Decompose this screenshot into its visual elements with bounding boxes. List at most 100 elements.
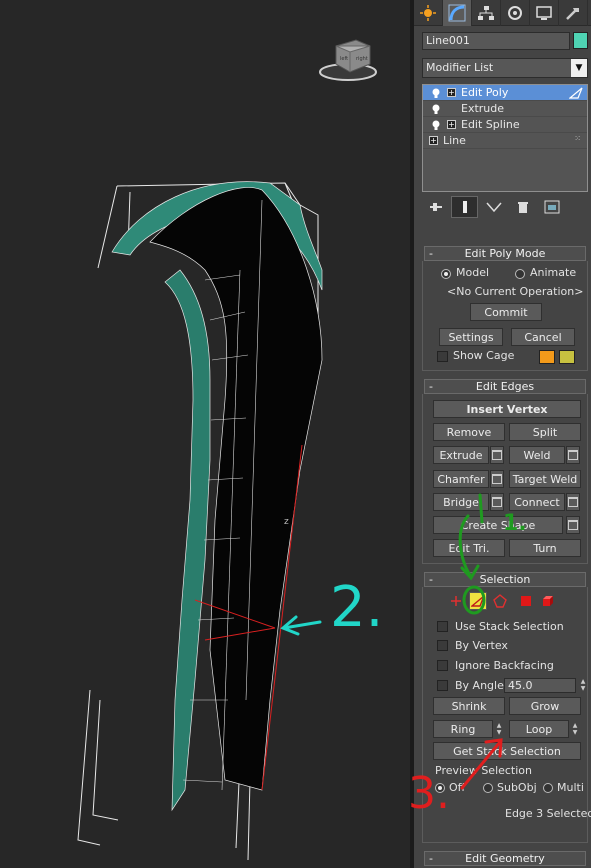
preview-multi-label: Multi (557, 781, 584, 794)
loop-spinner[interactable]: ▲ ▼ (570, 720, 580, 738)
stack-item-line[interactable]: + Line ⁙ (423, 133, 587, 149)
edit-poly-mode-rollout-header[interactable]: - Edit Poly Mode (424, 246, 586, 261)
utilities-icon[interactable] (559, 0, 588, 26)
configure-modifier-sets-icon[interactable] (538, 196, 565, 218)
element-select-icon[interactable] (539, 592, 557, 610)
motion-icon[interactable] (501, 0, 530, 26)
model-radio[interactable] (441, 269, 451, 279)
edit-edges-rollout: Insert Vertex Remove Split Extrude Weld … (422, 394, 588, 564)
animate-label: Animate (530, 266, 577, 279)
show-cage-checkbox[interactable] (437, 351, 448, 362)
create-shape-button[interactable]: Create Shape (433, 516, 563, 534)
cage-selected-color-swatch[interactable] (559, 350, 575, 364)
pin-stack-icon[interactable] (422, 196, 449, 218)
bridge-settings-button[interactable] (490, 493, 504, 511)
stack-item-extrude[interactable]: Extrude (423, 101, 587, 117)
stack-item-label: Edit Spline (461, 118, 520, 131)
edit-edges-rollout-header[interactable]: - Edit Edges (424, 379, 586, 394)
rollout-title: Edit Geometry (465, 852, 545, 865)
collapse-icon[interactable]: - (429, 247, 433, 260)
grow-button[interactable]: Grow (509, 697, 581, 715)
remove-modifier-icon[interactable] (509, 196, 536, 218)
stack-item-label: Line (443, 134, 466, 147)
collapse-icon[interactable]: - (429, 573, 433, 586)
vertex-select-icon[interactable] (447, 592, 465, 610)
connect-settings-button[interactable] (566, 493, 580, 511)
perspective-viewport[interactable]: z left right (0, 0, 410, 868)
edge-select-icon[interactable] (469, 592, 487, 610)
commit-button[interactable]: Commit (470, 303, 542, 321)
stack-item-label: Edit Poly (461, 86, 509, 99)
animate-radio[interactable] (515, 269, 525, 279)
collapse-icon[interactable]: - (429, 380, 433, 393)
rollout-title: Edit Poly Mode (464, 247, 546, 260)
use-stack-selection-checkbox[interactable] (437, 621, 448, 632)
display-icon[interactable] (530, 0, 559, 26)
by-angle-checkbox[interactable] (437, 680, 448, 691)
selection-rollout-header[interactable]: - Selection (424, 572, 586, 587)
modify-icon[interactable] (443, 0, 472, 26)
show-end-result-icon[interactable] (451, 196, 478, 218)
create-shape-settings-button[interactable] (566, 516, 580, 534)
modifier-list-dropdown[interactable]: Modifier List ▼ (422, 58, 588, 78)
stack-item-edit-spline[interactable]: + Edit Spline (423, 117, 587, 133)
current-operation-status: <No Current Operation> (447, 285, 584, 298)
ring-button[interactable]: Ring (433, 720, 493, 738)
preview-subobj-radio[interactable] (483, 783, 493, 793)
weld-settings-button[interactable] (566, 446, 580, 464)
remove-button[interactable]: Remove (433, 423, 505, 441)
viewcube-left-label: left (340, 56, 348, 62)
bridge-button[interactable]: Bridge (433, 493, 489, 511)
ignore-backfacing-checkbox[interactable] (437, 660, 448, 671)
use-stack-selection-label: Use Stack Selection (455, 620, 564, 633)
light-bulb-icon[interactable] (431, 120, 441, 130)
angle-spinner[interactable]: ▲ ▼ (578, 676, 588, 694)
modifier-list-label: Modifier List (426, 61, 494, 74)
target-weld-button[interactable]: Target Weld (509, 470, 581, 488)
expand-icon[interactable]: + (429, 136, 438, 145)
shrink-button[interactable]: Shrink (433, 697, 505, 715)
by-vertex-label: By Vertex (455, 639, 508, 652)
light-bulb-icon[interactable] (431, 88, 441, 98)
ring-spinner[interactable]: ▲ ▼ (494, 720, 504, 738)
vertex-dots-icon: ⁙ (574, 134, 581, 143)
create-icon[interactable] (414, 0, 443, 26)
polygon-select-icon[interactable] (517, 592, 535, 610)
stack-item-edit-poly[interactable]: + Edit Poly (423, 85, 587, 101)
get-stack-selection-button[interactable]: Get Stack Selection (433, 742, 581, 760)
stack-toolbar (422, 196, 588, 218)
viewcube-right-label: right (356, 56, 368, 62)
preview-off-radio[interactable] (435, 783, 445, 793)
preview-multi-radio[interactable] (543, 783, 553, 793)
loop-button[interactable]: Loop (509, 720, 569, 738)
cancel-button[interactable]: Cancel (511, 328, 575, 346)
extrude-settings-button[interactable] (490, 446, 504, 464)
viewcube[interactable]: left right (318, 36, 378, 86)
cage-color-swatch[interactable] (539, 350, 555, 364)
split-button[interactable]: Split (509, 423, 581, 441)
turn-button[interactable]: Turn (509, 539, 581, 557)
weld-button[interactable]: Weld (509, 446, 565, 464)
axis-label: z (284, 517, 289, 527)
by-vertex-checkbox[interactable] (437, 640, 448, 651)
extrude-button[interactable]: Extrude (433, 446, 489, 464)
collapse-icon[interactable]: - (429, 852, 433, 865)
rollout-title: Edit Edges (475, 380, 535, 393)
object-name-field[interactable]: Line001 (422, 32, 570, 50)
hierarchy-icon[interactable] (472, 0, 501, 26)
edit-tri-button[interactable]: Edit Tri. (433, 539, 505, 557)
chamfer-settings-button[interactable] (490, 470, 504, 488)
expand-icon[interactable]: + (447, 120, 456, 129)
object-color-swatch[interactable] (573, 32, 588, 49)
angle-input[interactable]: 45.0 (504, 678, 576, 693)
insert-vertex-button[interactable]: Insert Vertex (433, 400, 581, 418)
connect-button[interactable]: Connect (509, 493, 565, 511)
edit-geometry-rollout-header[interactable]: - Edit Geometry (424, 851, 586, 866)
border-select-icon[interactable] (491, 592, 509, 610)
make-unique-icon[interactable] (480, 196, 507, 218)
settings-button[interactable]: Settings (439, 328, 503, 346)
chevron-down-icon[interactable]: ▼ (571, 59, 587, 77)
chamfer-button[interactable]: Chamfer (433, 470, 489, 488)
expand-icon[interactable]: + (447, 88, 456, 97)
light-bulb-icon[interactable] (431, 104, 441, 114)
